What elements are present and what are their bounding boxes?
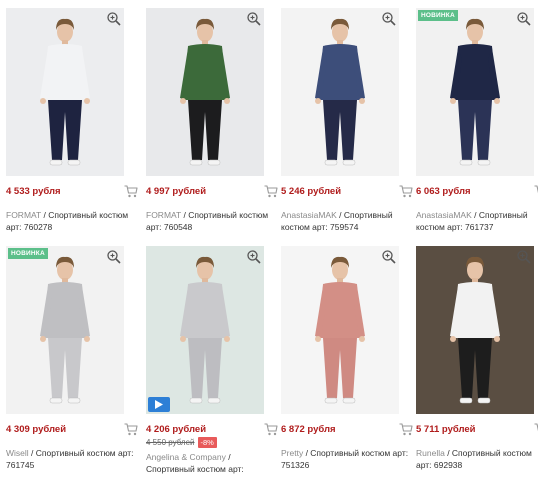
brand-separator: / — [225, 452, 231, 462]
product-price: 5 246 рублей — [281, 186, 342, 197]
brand-separator: / — [471, 210, 479, 220]
price-row: 5 711 рублей — [416, 423, 538, 438]
product-grid: 4 533 рубля FORMAT / Спортивный костюм ар… — [0, 0, 538, 480]
product-description[interactable]: Angelina & Company / Спортивный костюм а… — [146, 451, 278, 475]
product-description[interactable]: AnastasiaMAK / Спортивный костюм арт: 75… — [281, 209, 413, 233]
brand-separator: / — [444, 448, 452, 458]
price-row: 6 063 рубля — [416, 185, 538, 200]
zoom-in-icon[interactable] — [246, 11, 262, 27]
product-title[interactable]: Спортивный костюм арт: — [146, 464, 244, 474]
price-row: 5 246 рублей — [281, 185, 413, 200]
product-price: 6 063 рубля — [416, 186, 471, 197]
product-brand[interactable]: FORMAT — [146, 210, 181, 220]
product-price: 6 872 рубля — [281, 424, 336, 435]
product-brand[interactable]: Pretty — [281, 448, 303, 458]
cart-icon[interactable] — [399, 185, 413, 198]
product-brand[interactable]: Angelina & Company — [146, 452, 226, 462]
price-row: 4 206 рублей — [146, 423, 278, 438]
product-description[interactable]: Pretty / Спортивный костюм арт: 751326 — [281, 447, 413, 471]
cart-icon[interactable] — [399, 423, 413, 436]
product-brand[interactable]: AnastasiaMAK — [281, 210, 337, 220]
product-description[interactable]: Runella / Спортивный костюм арт: 692938 — [416, 447, 538, 471]
zoom-in-icon[interactable] — [516, 249, 532, 265]
zoom-in-icon[interactable] — [381, 11, 397, 27]
brand-separator: / — [28, 448, 36, 458]
product-photo[interactable] — [416, 246, 534, 414]
cart-icon[interactable] — [124, 423, 138, 436]
cart-icon[interactable] — [124, 185, 138, 198]
price-row: 6 872 рубля — [281, 423, 413, 438]
product-price: 4 206 рублей — [146, 424, 207, 435]
product-price: 4 997 рублей — [146, 186, 207, 197]
play-video-button[interactable] — [148, 397, 170, 412]
product-description[interactable]: FORMAT / Спортивный костюм арт: 760278 — [6, 209, 138, 233]
product-photo[interactable] — [281, 8, 399, 176]
product-brand[interactable]: Wisell — [6, 448, 29, 458]
zoom-in-icon[interactable] — [106, 249, 122, 265]
new-badge: НОВИНКА — [418, 10, 458, 21]
zoom-in-icon[interactable] — [381, 249, 397, 265]
product-description[interactable]: Wisell / Спортивный костюм арт: 761745 — [6, 447, 138, 471]
zoom-in-icon[interactable] — [516, 11, 532, 27]
discount-badge: -8% — [197, 437, 217, 448]
price-row: 4 997 рублей — [146, 185, 278, 200]
cart-icon[interactable] — [264, 185, 278, 198]
brand-separator: / — [336, 210, 344, 220]
product-photo[interactable] — [146, 246, 264, 414]
product-description[interactable]: AnastasiaMAK / Спортивный костюм арт: 76… — [416, 209, 538, 233]
new-badge: НОВИНКА — [8, 248, 48, 259]
product-photo[interactable]: НОВИНКА — [416, 8, 534, 176]
product-price: 4 533 рубля — [6, 186, 61, 197]
price-row: 4 309 рублей — [6, 423, 138, 438]
product-description[interactable]: FORMAT / Спортивный костюм арт: 760548 — [146, 209, 278, 233]
old-price-row: 4 550 рублей -8% — [146, 437, 217, 448]
zoom-in-icon[interactable] — [246, 249, 262, 265]
zoom-in-icon[interactable] — [106, 11, 122, 27]
cart-icon[interactable] — [534, 423, 538, 436]
product-price: 4 309 рублей — [6, 424, 67, 435]
price-row: 4 533 рубля — [6, 185, 138, 200]
product-photo[interactable] — [281, 246, 399, 414]
product-brand[interactable]: AnastasiaMAK — [416, 210, 472, 220]
product-photo[interactable] — [6, 8, 124, 176]
play-icon — [155, 400, 163, 409]
product-brand[interactable]: FORMAT — [6, 210, 41, 220]
cart-icon[interactable] — [534, 185, 538, 198]
product-photo[interactable]: НОВИНКА — [6, 246, 124, 414]
old-price: 4 550 рублей — [146, 438, 195, 447]
cart-icon[interactable] — [264, 423, 278, 436]
product-photo[interactable] — [146, 8, 264, 176]
product-price: 5 711 рублей — [416, 424, 476, 435]
product-brand[interactable]: Runella — [416, 448, 445, 458]
